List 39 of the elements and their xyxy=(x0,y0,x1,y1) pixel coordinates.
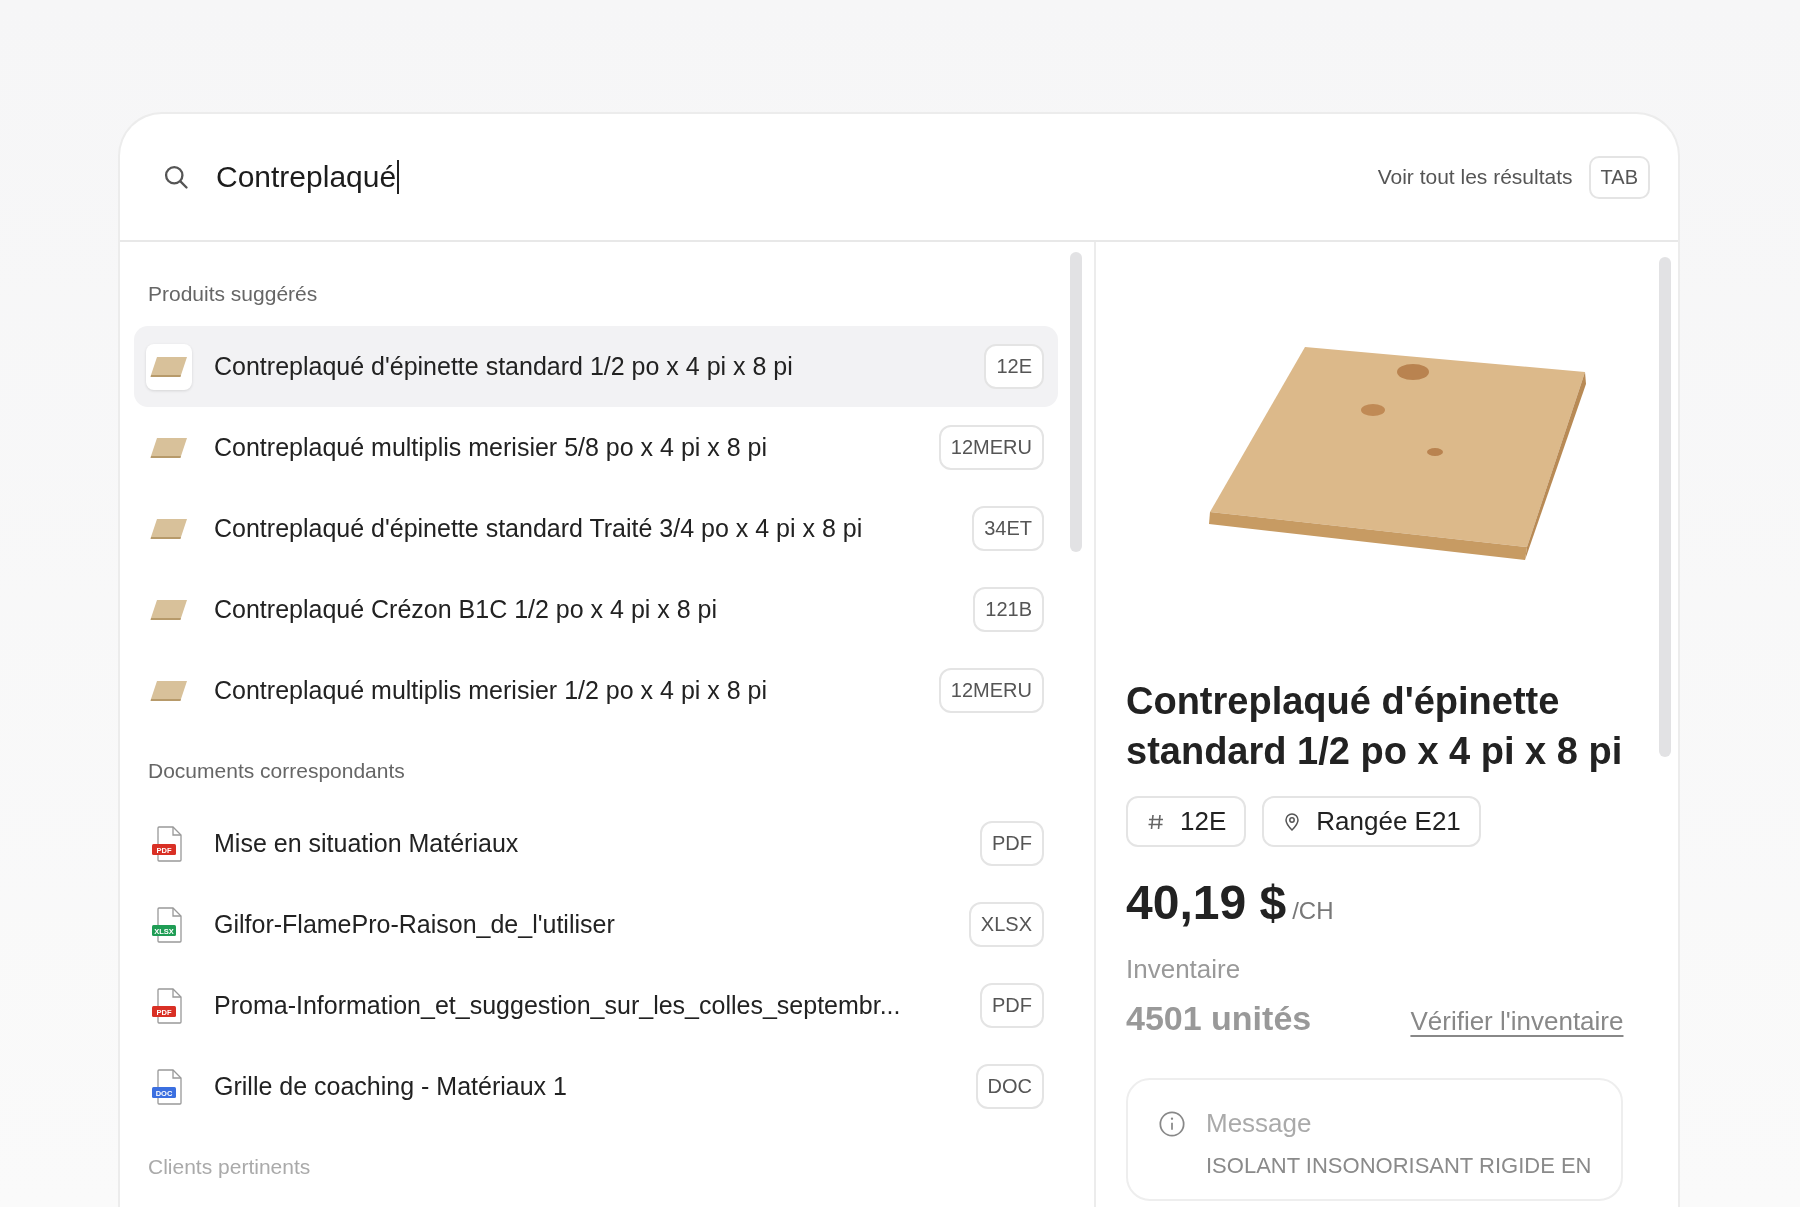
product-item[interactable]: Contreplaqué d'épinette standard 1/2 po x 4 pi x 8 pi 12E xyxy=(134,326,1058,407)
scrollbar[interactable] xyxy=(1070,252,1082,552)
inventory-label: Inventaire xyxy=(1126,954,1242,985)
product-title: Contreplaqué d'épinette standard 1/2 po x 4 pi x 8 pi xyxy=(1126,679,1624,774)
search-field[interactable]: Contreplaqué xyxy=(216,160,1378,194)
message-text: ISOLANT INSONORISANT RIGIDE EN xyxy=(1206,1153,1592,1179)
see-all-link[interactable]: Voir tout les résultats xyxy=(1377,165,1573,189)
info-icon xyxy=(1158,1109,1186,1138)
check-inventory-link[interactable]: Vérifier l'inventaire xyxy=(1410,1006,1624,1037)
product-item[interactable]: Contreplaqué multiplis merisier 5/8 po x 4 pi x 8 pi 12MERU xyxy=(134,407,1058,488)
search-icon xyxy=(162,163,190,191)
code-tag: 12MERU xyxy=(938,425,1044,470)
message-title: Message xyxy=(1206,1108,1312,1139)
plywood-icon xyxy=(149,678,189,703)
code-tag: XLSX xyxy=(968,902,1044,947)
keyboard-shortcut: TAB xyxy=(1588,155,1650,199)
plywood-icon xyxy=(149,354,189,379)
code-tag: PDF xyxy=(980,821,1044,866)
product-item[interactable]: Contreplaqué multiplis merisier 1/2 po x 4 pi x 8 pi 12MERU xyxy=(134,650,1058,731)
section-heading: Clients pertinents xyxy=(147,1154,312,1180)
code-tag: 121B xyxy=(973,587,1044,632)
scrollbar[interactable] xyxy=(1659,257,1672,757)
price-unit: /CH xyxy=(1292,897,1334,925)
plywood-icon xyxy=(149,435,189,460)
plywood-icon xyxy=(149,597,189,622)
section-heading: Documents correspondants xyxy=(147,758,406,784)
section-heading: Produits suggérés xyxy=(147,281,319,307)
product-code: 12E xyxy=(1180,806,1227,837)
code-tag: PDF xyxy=(980,983,1044,1028)
code-tag: 12MERU xyxy=(938,668,1044,713)
inventory-count: 4501 unités xyxy=(1126,999,1312,1038)
price: 40,19 $ xyxy=(1126,875,1287,930)
product-item[interactable]: Contreplaqué d'épinette standard Traité 3/4 po x 4 pi x 8 pi 34ET xyxy=(134,488,1058,569)
location-text: Rangée E21 xyxy=(1316,806,1461,837)
code-tag: 34ET xyxy=(972,506,1044,551)
product-item[interactable]: Contreplaqué Crézon B1C 1/2 po x 4 pi x 8 pi 121B xyxy=(134,569,1058,650)
code-tag: 12E xyxy=(984,344,1044,389)
plywood-icon xyxy=(149,516,189,541)
code-tag: DOC xyxy=(975,1064,1044,1109)
